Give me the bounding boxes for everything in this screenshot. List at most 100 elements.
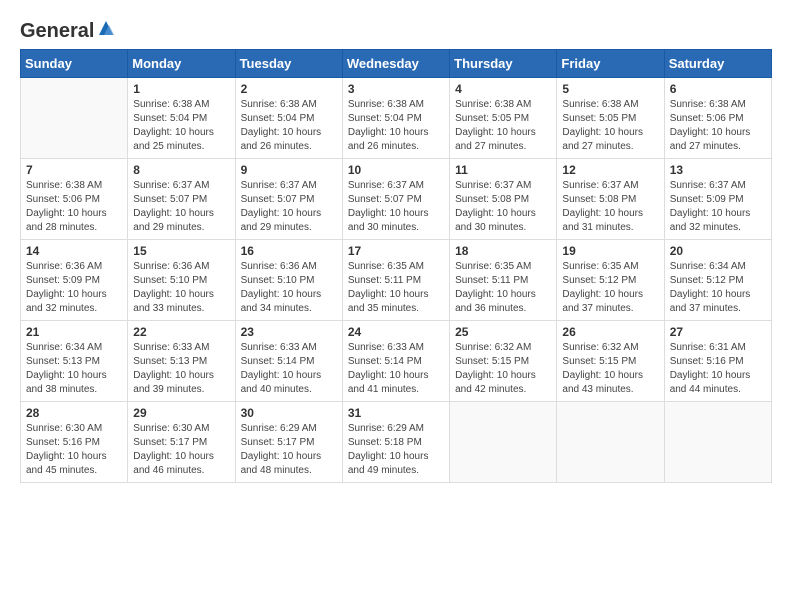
calendar-week-2: 7 Sunrise: 6:38 AM Sunset: 5:06 PM Daylig…	[21, 159, 772, 240]
day-header-friday: Friday	[557, 50, 664, 78]
day-info: Sunrise: 6:35 AM Sunset: 5:11 PM Dayligh…	[348, 260, 444, 316]
day-info: Sunrise: 6:38 AM Sunset: 5:05 PM Dayligh…	[455, 98, 551, 154]
day-info: Sunrise: 6:33 AM Sunset: 5:14 PM Dayligh…	[348, 341, 444, 397]
calendar-cell: 29 Sunrise: 6:30 AM Sunset: 5:17 PM Dayli…	[128, 402, 235, 483]
day-number: 11	[455, 163, 551, 177]
calendar-cell: 3 Sunrise: 6:38 AM Sunset: 5:04 PM Daylig…	[342, 78, 449, 159]
calendar-cell: 21 Sunrise: 6:34 AM Sunset: 5:13 PM Dayli…	[21, 321, 128, 402]
calendar-cell: 18 Sunrise: 6:35 AM Sunset: 5:11 PM Dayli…	[450, 240, 557, 321]
day-info: Sunrise: 6:38 AM Sunset: 5:04 PM Dayligh…	[133, 98, 229, 154]
logo: General	[20, 20, 117, 39]
day-info: Sunrise: 6:30 AM Sunset: 5:17 PM Dayligh…	[133, 422, 229, 478]
calendar-cell	[664, 402, 771, 483]
calendar-header-row: SundayMondayTuesdayWednesdayThursdayFrid…	[21, 50, 772, 78]
day-header-wednesday: Wednesday	[342, 50, 449, 78]
day-number: 16	[241, 244, 337, 258]
day-number: 8	[133, 163, 229, 177]
day-number: 5	[562, 82, 658, 96]
day-info: Sunrise: 6:32 AM Sunset: 5:15 PM Dayligh…	[455, 341, 551, 397]
day-info: Sunrise: 6:29 AM Sunset: 5:17 PM Dayligh…	[241, 422, 337, 478]
day-number: 29	[133, 406, 229, 420]
calendar-cell: 24Sunrise: 6:33 AM Sunset: 5:14 PM Dayli…	[342, 321, 449, 402]
day-number: 18	[455, 244, 551, 258]
day-info: Sunrise: 6:38 AM Sunset: 5:06 PM Dayligh…	[670, 98, 766, 154]
day-number: 26	[562, 325, 658, 339]
day-number: 25	[455, 325, 551, 339]
calendar-cell: 19Sunrise: 6:35 AM Sunset: 5:12 PM Dayli…	[557, 240, 664, 321]
day-info: Sunrise: 6:36 AM Sunset: 5:10 PM Dayligh…	[241, 260, 337, 316]
calendar-cell	[450, 402, 557, 483]
day-info: Sunrise: 6:33 AM Sunset: 5:13 PM Dayligh…	[133, 341, 229, 397]
calendar-week-4: 21 Sunrise: 6:34 AM Sunset: 5:13 PM Dayli…	[21, 321, 772, 402]
calendar-cell: 13Sunrise: 6:37 AM Sunset: 5:09 PM Dayli…	[664, 159, 771, 240]
day-info: Sunrise: 6:36 AM Sunset: 5:09 PM Dayligh…	[26, 260, 122, 316]
calendar-cell: 2 Sunrise: 6:38 AM Sunset: 5:04 PM Daylig…	[235, 78, 342, 159]
calendar-cell: 26 Sunrise: 6:32 AM Sunset: 5:15 PM Dayli…	[557, 321, 664, 402]
day-number: 10	[348, 163, 444, 177]
day-info: Sunrise: 6:37 AM Sunset: 5:07 PM Dayligh…	[133, 179, 229, 235]
day-number: 9	[241, 163, 337, 177]
page-header: General	[20, 20, 772, 39]
calendar-cell	[21, 78, 128, 159]
day-info: Sunrise: 6:35 AM Sunset: 5:11 PM Dayligh…	[455, 260, 551, 316]
day-header-thursday: Thursday	[450, 50, 557, 78]
day-info: Sunrise: 6:30 AM Sunset: 5:16 PM Dayligh…	[26, 422, 122, 478]
day-number: 13	[670, 163, 766, 177]
day-info: Sunrise: 6:37 AM Sunset: 5:08 PM Dayligh…	[455, 179, 551, 235]
day-info: Sunrise: 6:38 AM Sunset: 5:04 PM Dayligh…	[241, 98, 337, 154]
day-info: Sunrise: 6:29 AM Sunset: 5:18 PM Dayligh…	[348, 422, 444, 478]
logo-general: General	[20, 20, 94, 43]
calendar-cell: 23Sunrise: 6:33 AM Sunset: 5:14 PM Dayli…	[235, 321, 342, 402]
calendar-cell: 11 Sunrise: 6:37 AM Sunset: 5:08 PM Dayli…	[450, 159, 557, 240]
calendar-cell: 5 Sunrise: 6:38 AM Sunset: 5:05 PM Daylig…	[557, 78, 664, 159]
calendar-cell: 27 Sunrise: 6:31 AM Sunset: 5:16 PM Dayli…	[664, 321, 771, 402]
day-number: 4	[455, 82, 551, 96]
calendar-cell: 31 Sunrise: 6:29 AM Sunset: 5:18 PM Dayli…	[342, 402, 449, 483]
day-number: 22	[133, 325, 229, 339]
logo-icon	[95, 17, 117, 39]
day-info: Sunrise: 6:31 AM Sunset: 5:16 PM Dayligh…	[670, 341, 766, 397]
day-info: Sunrise: 6:37 AM Sunset: 5:08 PM Dayligh…	[562, 179, 658, 235]
calendar-cell: 9Sunrise: 6:37 AM Sunset: 5:07 PM Daylig…	[235, 159, 342, 240]
calendar-cell: 8 Sunrise: 6:37 AM Sunset: 5:07 PM Daylig…	[128, 159, 235, 240]
calendar-cell: 1Sunrise: 6:38 AM Sunset: 5:04 PM Daylig…	[128, 78, 235, 159]
day-number: 21	[26, 325, 122, 339]
calendar-cell: 7 Sunrise: 6:38 AM Sunset: 5:06 PM Daylig…	[21, 159, 128, 240]
calendar-cell: 30 Sunrise: 6:29 AM Sunset: 5:17 PM Dayli…	[235, 402, 342, 483]
day-info: Sunrise: 6:36 AM Sunset: 5:10 PM Dayligh…	[133, 260, 229, 316]
calendar-week-3: 14Sunrise: 6:36 AM Sunset: 5:09 PM Dayli…	[21, 240, 772, 321]
day-info: Sunrise: 6:38 AM Sunset: 5:05 PM Dayligh…	[562, 98, 658, 154]
day-number: 31	[348, 406, 444, 420]
day-number: 28	[26, 406, 122, 420]
calendar-cell: 22 Sunrise: 6:33 AM Sunset: 5:13 PM Dayli…	[128, 321, 235, 402]
calendar-cell: 4 Sunrise: 6:38 AM Sunset: 5:05 PM Daylig…	[450, 78, 557, 159]
calendar-cell: 12 Sunrise: 6:37 AM Sunset: 5:08 PM Dayli…	[557, 159, 664, 240]
calendar-week-5: 28 Sunrise: 6:30 AM Sunset: 5:16 PM Dayli…	[21, 402, 772, 483]
day-number: 15	[133, 244, 229, 258]
day-number: 7	[26, 163, 122, 177]
day-header-tuesday: Tuesday	[235, 50, 342, 78]
day-info: Sunrise: 6:32 AM Sunset: 5:15 PM Dayligh…	[562, 341, 658, 397]
day-number: 17	[348, 244, 444, 258]
day-header-saturday: Saturday	[664, 50, 771, 78]
calendar-cell: 16 Sunrise: 6:36 AM Sunset: 5:10 PM Dayli…	[235, 240, 342, 321]
day-number: 2	[241, 82, 337, 96]
day-number: 30	[241, 406, 337, 420]
day-number: 27	[670, 325, 766, 339]
calendar-table: SundayMondayTuesdayWednesdayThursdayFrid…	[20, 49, 772, 483]
day-number: 12	[562, 163, 658, 177]
day-info: Sunrise: 6:34 AM Sunset: 5:13 PM Dayligh…	[26, 341, 122, 397]
day-number: 20	[670, 244, 766, 258]
day-info: Sunrise: 6:38 AM Sunset: 5:04 PM Dayligh…	[348, 98, 444, 154]
day-info: Sunrise: 6:38 AM Sunset: 5:06 PM Dayligh…	[26, 179, 122, 235]
day-info: Sunrise: 6:35 AM Sunset: 5:12 PM Dayligh…	[562, 260, 658, 316]
day-number: 3	[348, 82, 444, 96]
calendar-cell: 14Sunrise: 6:36 AM Sunset: 5:09 PM Dayli…	[21, 240, 128, 321]
day-info: Sunrise: 6:33 AM Sunset: 5:14 PM Dayligh…	[241, 341, 337, 397]
calendar-cell: 20Sunrise: 6:34 AM Sunset: 5:12 PM Dayli…	[664, 240, 771, 321]
calendar-cell: 6Sunrise: 6:38 AM Sunset: 5:06 PM Daylig…	[664, 78, 771, 159]
day-info: Sunrise: 6:37 AM Sunset: 5:07 PM Dayligh…	[348, 179, 444, 235]
day-header-sunday: Sunday	[21, 50, 128, 78]
calendar-week-1: 1Sunrise: 6:38 AM Sunset: 5:04 PM Daylig…	[21, 78, 772, 159]
day-header-monday: Monday	[128, 50, 235, 78]
